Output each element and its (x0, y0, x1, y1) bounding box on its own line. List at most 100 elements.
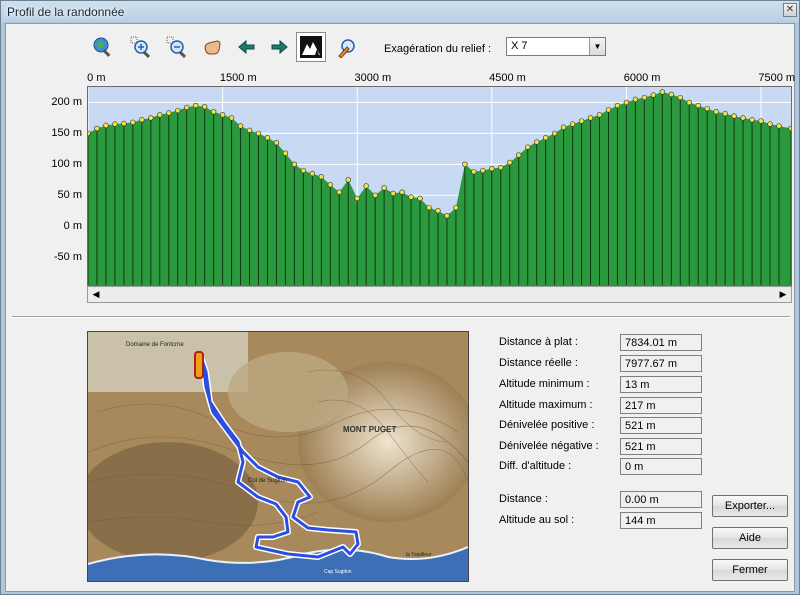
y-tick-label: 100 m (51, 158, 82, 171)
profile-point (731, 113, 737, 119)
profile-point (88, 130, 91, 137)
profile-point (749, 117, 755, 123)
stat-label: Diff. d'altitude : (499, 460, 572, 472)
profile-point (94, 125, 100, 132)
profile-point (130, 119, 136, 125)
profile-point (363, 183, 369, 189)
profile-point (166, 110, 172, 116)
profile-point (381, 185, 387, 191)
terrain-profile-button[interactable] (296, 32, 326, 62)
profile-point (740, 115, 746, 121)
profile-point (767, 121, 773, 127)
profile-point (776, 123, 782, 129)
zoom-out-button[interactable] (164, 34, 190, 60)
x-tick-label: 0 m (87, 72, 106, 84)
close-button[interactable]: Fermer (712, 559, 788, 581)
profile-point (677, 94, 683, 101)
profile-point (426, 204, 432, 211)
profile-point (444, 212, 450, 219)
profile-point (587, 115, 594, 121)
profile-point (435, 208, 441, 214)
profile-point (560, 124, 567, 130)
profile-point (695, 102, 701, 109)
cursor-label: Distance : (499, 493, 548, 505)
exaggeration-select[interactable]: X 7 ▼ (506, 37, 606, 56)
app-window: Profil de la randonnée ✕ Exagération du … (0, 0, 800, 595)
exaggeration-label: Exagération du relief : (384, 43, 492, 55)
profile-point (498, 164, 504, 171)
stat-label: Dénivelée négative : (499, 440, 599, 452)
profile-point (668, 91, 674, 98)
profile-point (372, 192, 378, 198)
zoom-world-icon (93, 37, 111, 57)
y-tick-label: 50 m (57, 189, 82, 202)
profile-point (282, 150, 289, 156)
cursor-label: Altitude au sol : (499, 514, 575, 526)
scroll-left-icon[interactable]: ◀ (88, 287, 104, 302)
x-tick-label: 3000 m (354, 72, 392, 84)
previous-button[interactable] (234, 34, 260, 60)
profile-point (516, 152, 522, 158)
y-tick-label: 150 m (51, 127, 82, 140)
chevron-down-icon[interactable]: ▼ (589, 38, 605, 55)
dialog-client: Exagération du relief : X 7 ▼ 0 m 1500 m 3… (5, 23, 795, 592)
profile-point (605, 107, 612, 113)
map-label: MONT PUGET (343, 425, 396, 434)
profile-point (569, 121, 576, 127)
close-window-button[interactable]: ✕ (783, 3, 797, 17)
exaggeration-value: X 7 (511, 40, 528, 52)
cursor-value: 0.00 m (620, 491, 702, 508)
profile-point (659, 89, 666, 95)
profile-point (641, 94, 648, 101)
zoom-world-button[interactable] (90, 34, 116, 60)
profile-point (462, 161, 468, 168)
profile-point (686, 99, 692, 106)
stat-value: 0 m (620, 458, 702, 475)
profile-point (201, 104, 208, 110)
profile-point (148, 115, 154, 121)
profile-point (542, 135, 549, 141)
profile-point (596, 112, 603, 118)
next-button[interactable] (266, 34, 292, 60)
help-button[interactable]: Aide (712, 527, 788, 549)
profile-point (525, 144, 531, 150)
stat-value: 521 m (620, 438, 702, 455)
scroll-right-icon[interactable]: ▶ (775, 287, 791, 302)
map-label: Cap Sugiton (324, 569, 352, 575)
profile-point (336, 189, 342, 195)
track-map[interactable]: Domaine de Fontcrne MONT PUGET Col de Su… (87, 331, 469, 582)
profile-point (417, 195, 423, 202)
profile-point (192, 102, 199, 109)
elevation-profile-chart[interactable] (87, 86, 792, 286)
profile-point (623, 99, 630, 106)
measure-button[interactable] (334, 34, 360, 60)
stat-value: 13 m (620, 376, 702, 393)
profile-point (237, 123, 244, 129)
x-tick-label: 4500 m (489, 72, 526, 84)
profile-point (489, 165, 495, 172)
profile-point (184, 104, 190, 111)
profile-point (533, 139, 540, 145)
export-button[interactable]: Exporter... (712, 495, 788, 517)
title-bar[interactable]: Profil de la randonnée ✕ (1, 1, 799, 23)
map-label: Col de Sugiton (248, 478, 287, 484)
window-title: Profil de la randonnée (7, 5, 125, 19)
zoom-out-icon (166, 36, 187, 58)
profile-point (650, 92, 657, 98)
horizontal-scrollbar[interactable]: ◀ ▶ (87, 286, 792, 303)
pan-hand-button[interactable] (200, 34, 226, 60)
profile-point (246, 127, 253, 134)
profile-point (273, 139, 280, 146)
profile-point (300, 167, 307, 174)
arrow-left-icon (238, 39, 255, 55)
profile-point (480, 167, 486, 174)
stat-label: Altitude minimum : (499, 378, 590, 390)
x-tick-label: 1500 m (219, 72, 257, 84)
profile-point (453, 204, 459, 211)
stat-label: Distance à plat : (499, 336, 578, 348)
y-tick-label: 200 m (51, 96, 82, 109)
profile-point (632, 96, 639, 103)
elevation-profile-svg (88, 87, 791, 285)
zoom-in-button[interactable] (128, 34, 154, 60)
terrain-profile-icon (300, 36, 322, 58)
